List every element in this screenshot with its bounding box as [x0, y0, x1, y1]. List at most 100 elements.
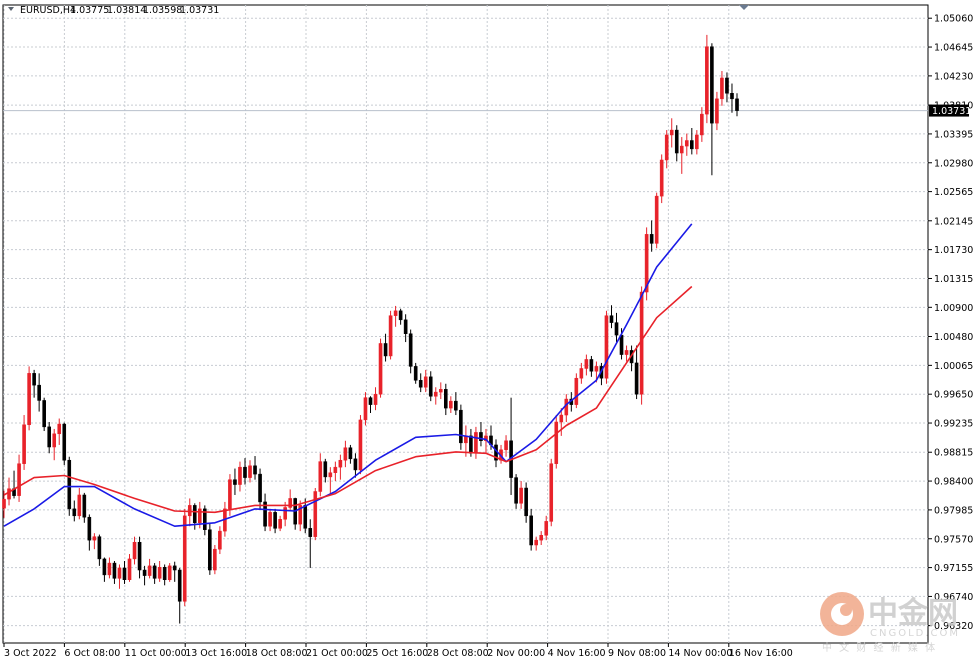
candle-body: [594, 366, 599, 372]
candle-body: [684, 140, 689, 147]
candle-body: [378, 343, 383, 395]
candle-body: [162, 566, 167, 581]
y-tick-label: 1.00480: [934, 332, 973, 343]
candle-body: [604, 315, 609, 379]
candle-body: [469, 435, 473, 454]
y-tick-label: 1.00900: [934, 303, 973, 314]
y-tick-label: 1.02565: [934, 187, 973, 198]
candle-body: [519, 487, 523, 504]
candle-body: [584, 359, 589, 369]
x-tick-label: 11 Oct 00:00: [125, 648, 187, 659]
candle-body: [172, 565, 177, 571]
candle-body: [398, 310, 403, 321]
candle-body: [353, 458, 358, 471]
candle: [208, 522, 212, 575]
candle: [313, 488, 318, 541]
candle-body: [358, 419, 363, 471]
candle-body: [107, 562, 112, 576]
candle-body: [208, 529, 212, 571]
candle-body: [323, 461, 328, 478]
price-chart[interactable]: 1.050601.046451.042301.038101.033951.029…: [0, 0, 976, 664]
y-tick-label: 0.97155: [934, 563, 973, 574]
candle-body: [62, 423, 67, 461]
candle-body: [27, 373, 31, 426]
candle-body: [7, 488, 11, 500]
candle-body: [619, 334, 624, 355]
y-tick-label: 1.02145: [934, 216, 973, 227]
candle-body: [589, 359, 594, 372]
candle-body: [433, 391, 438, 397]
candle-body: [303, 505, 308, 529]
candle-body: [192, 505, 197, 524]
candle-body: [333, 466, 338, 473]
candle-body: [243, 466, 247, 478]
candle-body: [373, 393, 378, 405]
y-tick-label: 0.98400: [934, 477, 973, 488]
candle-body: [177, 569, 182, 602]
x-tick-label: 18 Oct 08:00: [246, 648, 308, 659]
candle-body: [197, 508, 202, 524]
y-tick-label: 0.99650: [934, 390, 973, 401]
y-tick-label: 0.99235: [934, 419, 973, 430]
candle: [554, 415, 559, 469]
candle-body: [624, 350, 629, 355]
candle-body: [438, 389, 443, 393]
candle: [654, 192, 659, 249]
candle-body: [579, 368, 584, 379]
candle-body: [690, 140, 694, 150]
candle-body: [92, 536, 97, 541]
x-tick-label: 2 Nov 00:00: [487, 648, 545, 659]
candle-body: [524, 487, 528, 517]
candle-body: [474, 432, 478, 454]
candle-body: [574, 377, 579, 405]
candle: [358, 415, 363, 475]
candle-body: [147, 565, 152, 576]
candle-body: [534, 539, 538, 546]
candle-body: [42, 400, 46, 428]
x-tick-label: 13 Oct 16:00: [185, 648, 247, 659]
candle-body: [273, 512, 277, 529]
open-value: 1.03775: [70, 5, 109, 16]
y-tick-label: 1.04645: [934, 43, 973, 54]
candle-body: [735, 98, 739, 111]
candle-body: [715, 98, 719, 124]
candle-body: [218, 530, 222, 550]
symbol-label: EURUSD,H4: [20, 5, 76, 16]
y-tick-label: 0.97570: [934, 534, 973, 545]
candle-body: [32, 373, 36, 386]
candle-body: [700, 113, 704, 136]
candle-body: [549, 463, 554, 522]
candle-body: [348, 447, 353, 460]
x-axis: 3 Oct 2022 6 Oct 08:00 11 Oct 00:0013 Oct …: [3, 643, 793, 659]
candle-body: [258, 473, 262, 503]
y-tick-label: 1.02980: [934, 158, 973, 169]
candle-body: [338, 459, 343, 468]
candle-body: [705, 46, 709, 115]
y-tick-label: 1.04230: [934, 71, 973, 82]
candle-body: [710, 46, 714, 124]
candle-body: [117, 567, 122, 579]
candle-body: [283, 507, 287, 520]
watermark: 中金网 CNGOLD.COM 中 文 财 经 新 媒 体: [820, 592, 958, 654]
candle-body: [559, 414, 564, 423]
candle-body: [248, 465, 252, 478]
y-tick-label: 1.03395: [934, 129, 973, 140]
candle-body: [308, 528, 313, 537]
candle-body: [454, 400, 458, 411]
y-tick-label: 0.97985: [934, 505, 973, 516]
candle-body: [679, 145, 684, 154]
candle-body: [37, 384, 41, 401]
candle-body: [428, 376, 433, 397]
candle: [459, 404, 463, 450]
candle-body: [2, 498, 6, 509]
candle: [549, 458, 554, 527]
candle-body: [444, 389, 448, 409]
close-value: 1.03731: [180, 5, 219, 16]
candle-body: [529, 515, 533, 546]
x-tick-label: 28 Oct 08:00: [427, 648, 489, 659]
candle-body: [649, 234, 654, 244]
candle-body: [343, 447, 348, 461]
candle-body: [142, 569, 147, 576]
chart-root: 1.050601.046451.042301.038101.033951.029…: [0, 0, 976, 664]
candle-body: [539, 535, 544, 541]
